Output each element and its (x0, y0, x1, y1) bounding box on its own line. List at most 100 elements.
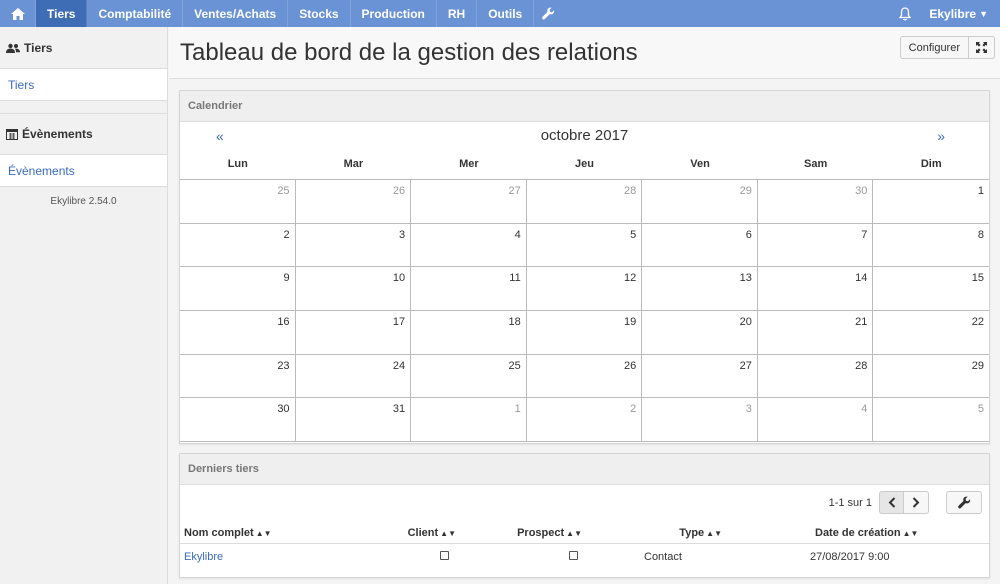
sidebar: Tiers Tiers Évènements Évènements Ekylib… (0, 27, 168, 584)
sidebar-item-tiers[interactable]: Tiers (0, 69, 167, 101)
calendar-day-cell[interactable]: 7 (757, 223, 874, 268)
previous-page-button[interactable] (879, 491, 904, 514)
configure-group: Configurer (899, 36, 995, 59)
notifications-button[interactable] (887, 0, 923, 27)
nav-item-tiers[interactable]: Tiers (36, 0, 88, 27)
created-cell: 27/08/2017 9:00 (810, 551, 890, 563)
calendar-day-cell[interactable]: 30 (180, 398, 296, 443)
column-header-created[interactable]: Date de création ▲▼ (726, 527, 991, 539)
calendar-day-cell[interactable]: 1 (411, 398, 527, 443)
calendar-day-cell[interactable]: 4 (411, 223, 527, 268)
tier-name-link[interactable]: Ekylibre (184, 551, 223, 563)
column-label: Client (407, 526, 439, 539)
column-header-client[interactable]: Client ▲▼ (340, 527, 460, 539)
prospect-checkbox (569, 551, 578, 560)
column-header-prospect[interactable]: Prospect ▲▼ (460, 527, 586, 539)
calendar-day-cell[interactable]: 9 (180, 267, 296, 312)
calendar-day-cell[interactable]: 30 (757, 180, 874, 224)
calendar-weekday-header: Lun Mar Mer Jeu Ven Sam Dim (180, 148, 989, 180)
sort-icon: ▲▼ (255, 528, 272, 538)
next-page-button[interactable] (904, 491, 929, 514)
calendar-day-cell[interactable]: 2 (526, 398, 643, 443)
calendar-day-cell[interactable]: 22 (873, 311, 989, 355)
calendar-day-cell[interactable]: 26 (526, 354, 643, 399)
calendar-day-cell[interactable]: 2 (180, 223, 296, 268)
nav-item-production[interactable]: Production (351, 0, 437, 27)
calendar-day-cell[interactable]: 10 (295, 267, 412, 312)
calendar-day-cell[interactable]: 31 (295, 398, 412, 443)
column-label: Prospect (517, 526, 565, 539)
table-settings-button[interactable] (946, 491, 982, 514)
sidebar-section-tiers: Tiers (0, 27, 167, 69)
wrench-icon (541, 7, 554, 20)
weekday-label: Jeu (575, 158, 594, 170)
table-header: Nom complet ▲▼ Client ▲▼ Prospect ▲▼ Type ▲▼… (180, 522, 989, 544)
calendar-day-cell[interactable]: 25 (411, 354, 527, 399)
calendar-day-cell[interactable]: 24 (295, 354, 412, 399)
people-icon (6, 43, 20, 53)
expand-icon (976, 42, 987, 53)
fullscreen-button[interactable] (969, 36, 995, 59)
configure-button[interactable]: Configurer (899, 36, 969, 59)
calendar-day-cell[interactable]: 1 (873, 180, 989, 224)
calendar-day-cell[interactable]: 12 (526, 267, 643, 312)
calendar-day-cell[interactable]: 11 (411, 267, 527, 312)
calendar-day-cell[interactable]: 21 (757, 311, 874, 355)
calendar-panel: Calendrier « octobre 2017 » Lun Mar Mer … (179, 90, 990, 444)
weekday-label: Dim (920, 158, 942, 170)
column-label: Type (679, 526, 705, 539)
calendar-day-cell[interactable]: 18 (411, 311, 527, 355)
calendar-day-cell[interactable]: 5 (873, 398, 989, 443)
calendar-day-cell[interactable]: 28 (526, 180, 643, 224)
nav-item-ventes-achats[interactable]: Ventes/Achats (183, 0, 289, 27)
calendar-day-cell[interactable]: 19 (526, 311, 643, 355)
prospect-cell (460, 551, 586, 563)
user-menu[interactable]: Ekylibre ▼ (923, 0, 1000, 27)
calendar-day-cell[interactable]: 29 (873, 355, 989, 399)
calendar-icon (6, 129, 18, 140)
calendar-day-cell[interactable]: 5 (526, 223, 643, 268)
table-row: Ekylibre Contact 27/08/2017 9:00 (180, 544, 989, 570)
weekday-label: Lun (227, 158, 248, 170)
calendar-grid: 25 26 27 28 29 30 1 2 3 4 5 6 7 8 9 10 11 12 13 14 15 16 17 18 1… (180, 180, 989, 443)
next-month-button[interactable]: » (937, 128, 945, 144)
pagination-buttons (879, 491, 929, 514)
calendar-day-cell[interactable]: 26 (295, 180, 412, 224)
column-header-name[interactable]: Nom complet ▲▼ (180, 527, 340, 539)
sort-icon: ▲▼ (566, 528, 582, 538)
calendar-day-cell[interactable]: 3 (295, 223, 412, 268)
column-label: Date de création (815, 526, 901, 539)
calendar-day-cell[interactable]: 25 (180, 180, 296, 224)
nav-item-stocks[interactable]: Stocks (288, 0, 351, 27)
calendar-day-cell[interactable]: 14 (757, 267, 874, 312)
calendar-day-cell[interactable]: 16 (180, 311, 296, 355)
calendar-day-cell[interactable]: 20 (642, 311, 758, 355)
sort-icon: ▲▼ (706, 528, 722, 538)
pagination-text: 1-1 sur 1 (828, 497, 872, 509)
sort-icon: ▲▼ (902, 528, 919, 538)
calendar-day-cell[interactable]: 13 (642, 267, 758, 312)
nav-item-comptabilite[interactable]: Comptabilité (87, 0, 184, 27)
calendar-day-cell[interactable]: 27 (642, 354, 758, 399)
nav-item-rh[interactable]: RH (437, 0, 478, 27)
calendar-day-cell[interactable]: 4 (757, 398, 874, 443)
column-header-type[interactable]: Type ▲▼ (586, 527, 726, 539)
home-icon (10, 7, 25, 20)
settings-button[interactable] (534, 0, 562, 27)
nav-item-outils[interactable]: Outils (477, 0, 535, 27)
home-button[interactable] (0, 0, 36, 27)
user-name: Ekylibre (929, 6, 977, 21)
calendar-day-cell[interactable]: 27 (411, 180, 527, 224)
calendar-day-cell[interactable]: 15 (873, 267, 989, 312)
chevron-left-icon (888, 497, 895, 508)
calendar-day-cell[interactable]: 29 (642, 180, 758, 224)
app-version: Ekylibre 2.54.0 (50, 196, 117, 207)
calendar-day-cell[interactable]: 8 (873, 224, 989, 268)
calendar-day-cell[interactable]: 17 (295, 311, 412, 355)
calendar-day-cell[interactable]: 6 (642, 223, 758, 268)
calendar-day-cell[interactable]: 28 (757, 354, 874, 399)
calendar-day-cell[interactable]: 3 (642, 398, 758, 443)
sidebar-section-title: Évènements (22, 127, 93, 141)
calendar-day-cell[interactable]: 23 (180, 354, 296, 399)
sidebar-item-evenements[interactable]: Évènements (0, 155, 167, 187)
